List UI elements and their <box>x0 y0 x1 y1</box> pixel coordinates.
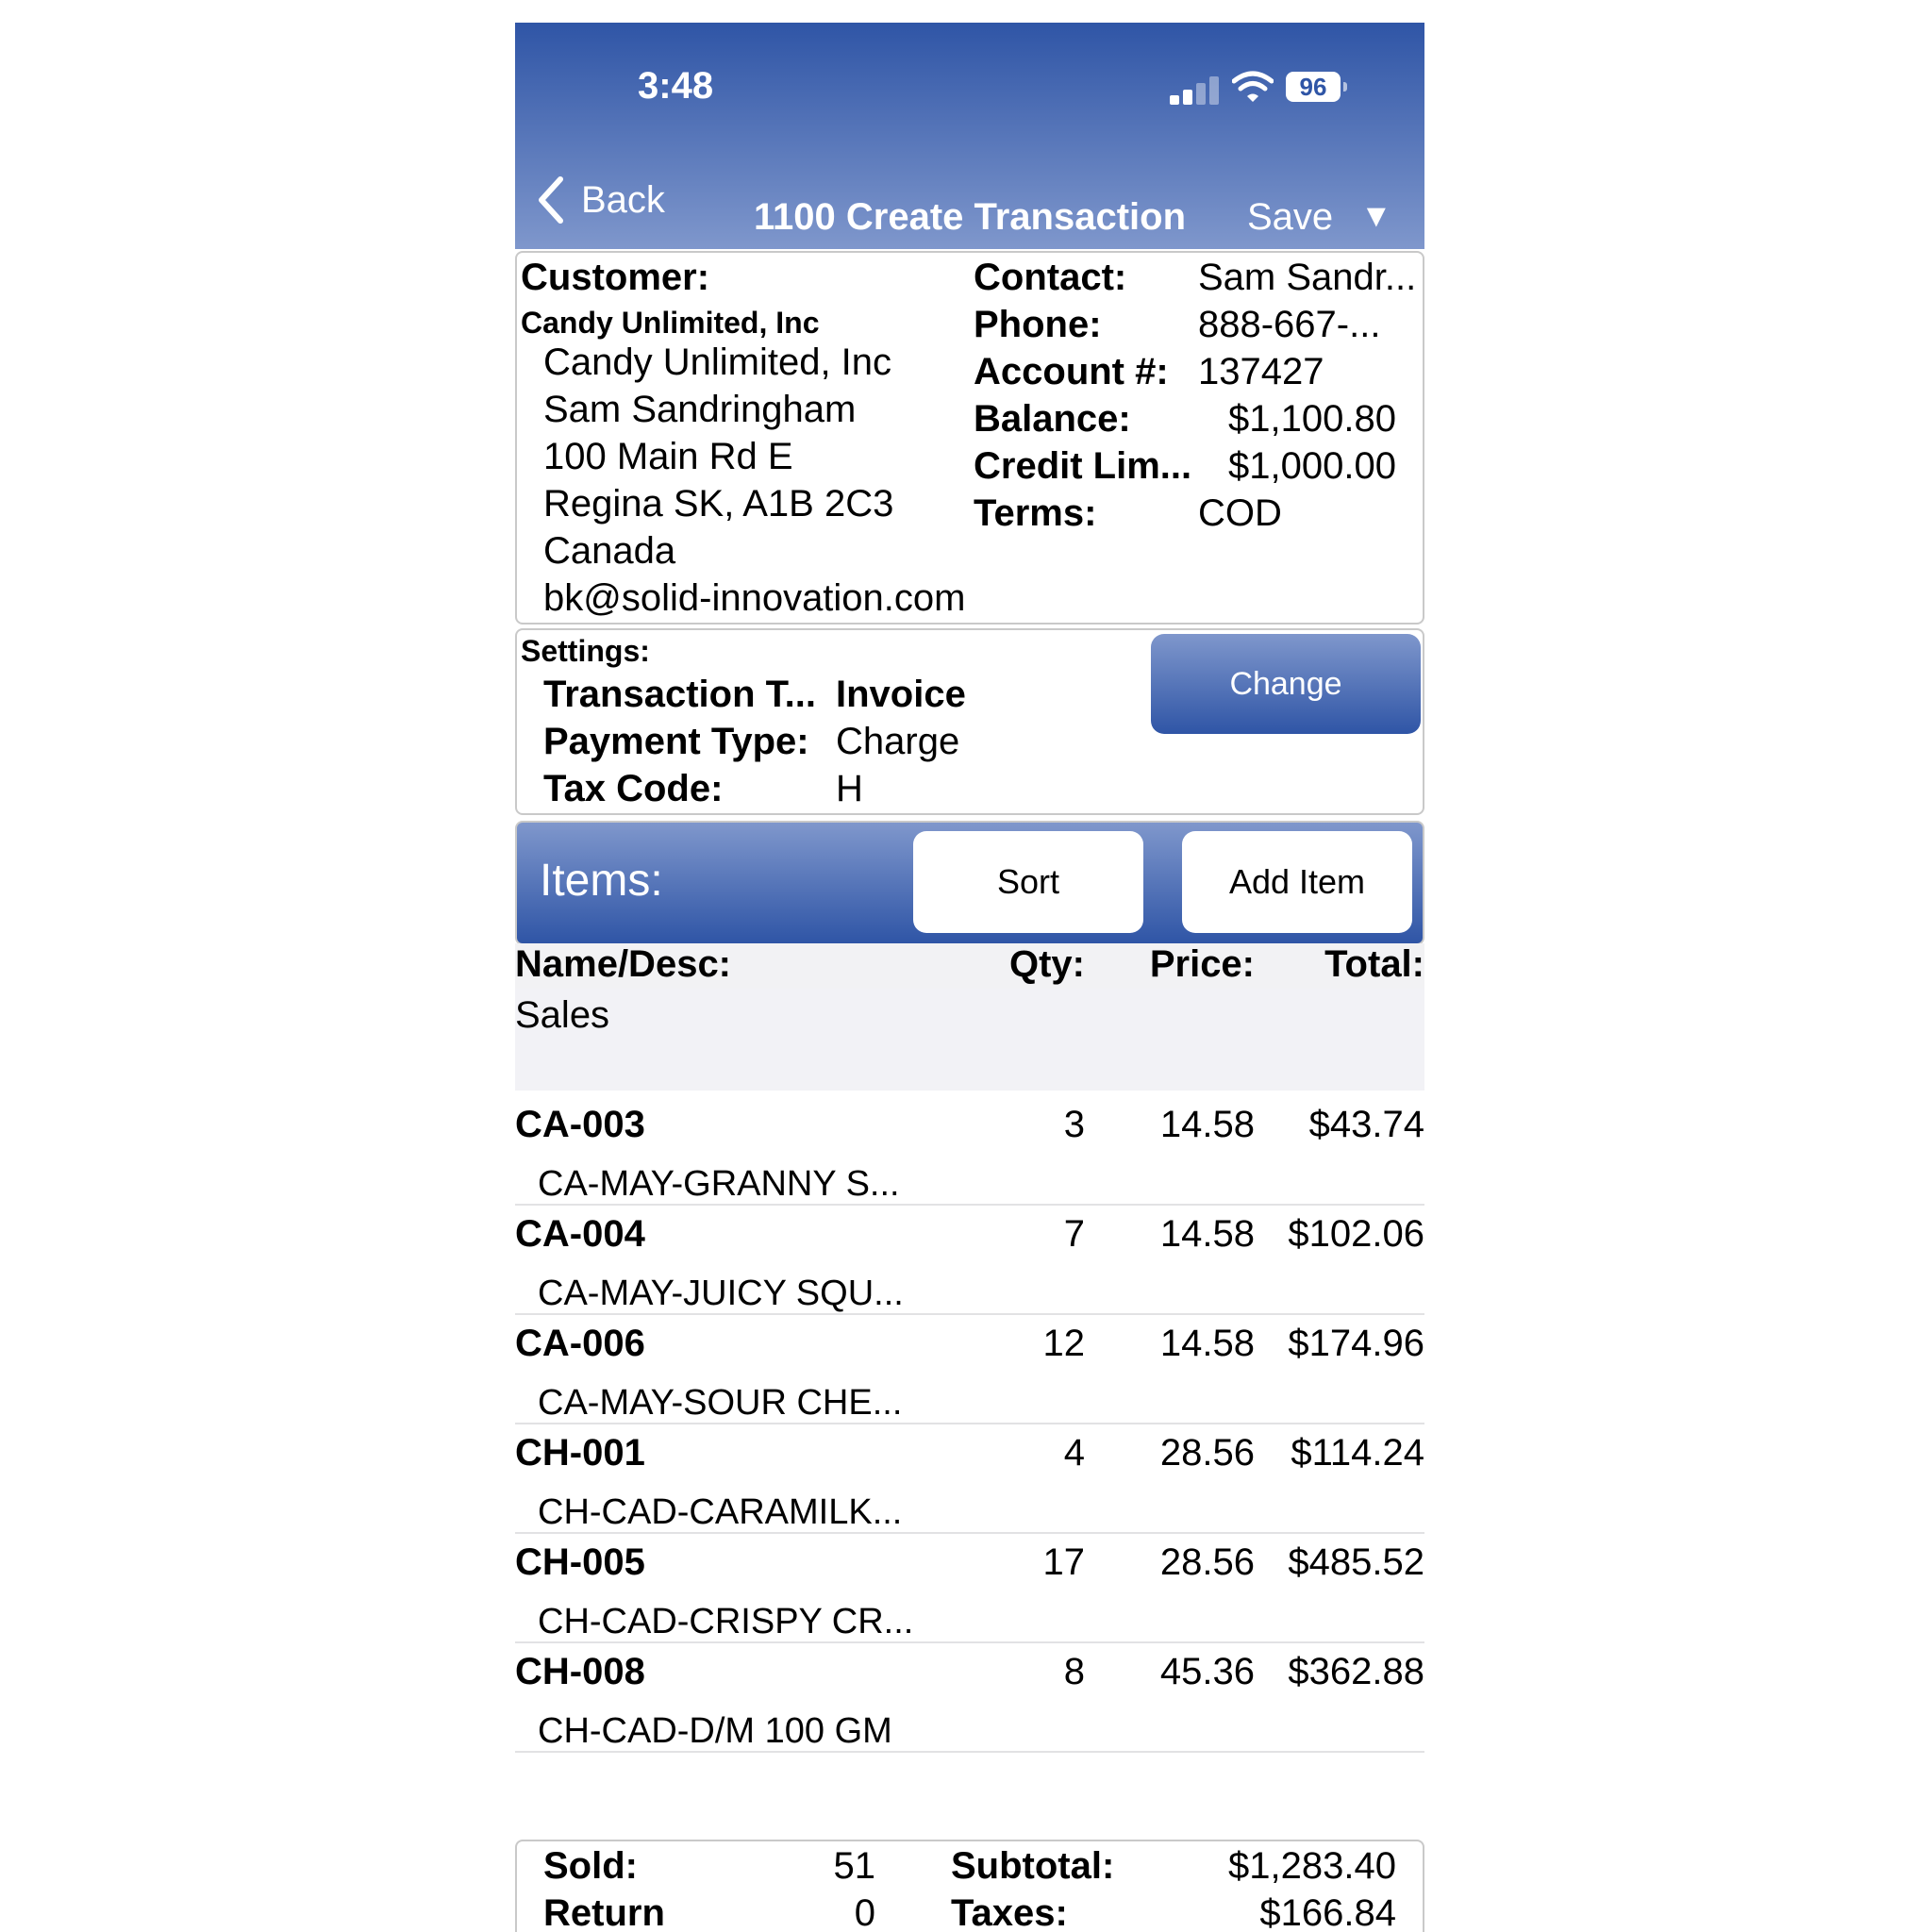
settings-label: Settings: <box>521 634 650 668</box>
item-description: CH-CAD-D/M 100 GM <box>538 1711 892 1751</box>
item-total: $485.52 <box>1288 1541 1424 1583</box>
transaction-type-value: Invoice <box>836 674 966 715</box>
column-total: Total: <box>1324 943 1424 985</box>
customer-panel[interactable]: Customer: Candy Unlimited, Inc Candy Unl… <box>515 251 1424 625</box>
item-code: CH-005 <box>515 1541 645 1583</box>
customer-label: Customer: <box>521 257 710 298</box>
save-button[interactable]: Save <box>1247 196 1333 239</box>
contact-value: Sam Sandr... <box>1198 257 1417 298</box>
item-qty: 7 <box>1063 1213 1085 1255</box>
item-price: 28.56 <box>1159 1541 1255 1583</box>
address-line: Regina SK, A1B 2C3 <box>543 483 894 525</box>
tax-code-value: H <box>836 768 863 809</box>
item-price: 14.58 <box>1159 1323 1255 1364</box>
items-column-headers: Name/Desc: Qty: Price: Total: <box>515 943 1424 989</box>
item-qty: 8 <box>1063 1651 1085 1692</box>
transaction-type-label: Transaction T... <box>543 674 816 715</box>
sold-label: Sold: <box>543 1845 638 1887</box>
column-qty: Qty: <box>1009 943 1085 985</box>
address-line: 100 Main Rd E <box>543 436 793 477</box>
item-price: 45.36 <box>1159 1651 1255 1692</box>
change-button[interactable]: Change <box>1151 634 1421 734</box>
sort-button[interactable]: Sort <box>913 831 1143 933</box>
account-label: Account #: <box>974 351 1169 392</box>
balance-value: $1,100.80 <box>1228 398 1396 440</box>
column-price: Price: <box>1149 943 1255 985</box>
item-description: CA-MAY-SOUR CHE... <box>538 1383 903 1423</box>
subtotal-value: $1,283.40 <box>1228 1845 1396 1887</box>
item-total: $102.06 <box>1288 1213 1424 1255</box>
phone-label: Phone: <box>974 304 1102 345</box>
payment-type-value: Charge <box>836 721 960 762</box>
item-description: CA-MAY-JUICY SQU... <box>538 1274 904 1313</box>
subtotal-label: Subtotal: <box>951 1845 1115 1887</box>
item-description: CH-CAD-CARAMILK... <box>538 1492 903 1532</box>
account-value: 137427 <box>1198 351 1324 392</box>
item-qty: 12 <box>1042 1323 1086 1364</box>
column-name: Name/Desc: <box>515 943 732 985</box>
item-code: CA-003 <box>515 1104 645 1145</box>
item-code: CA-006 <box>515 1323 645 1364</box>
item-code: CH-001 <box>515 1432 645 1474</box>
terms-value: COD <box>1198 492 1282 534</box>
address-line: Canada <box>543 530 676 572</box>
taxes-label: Taxes: <box>951 1892 1068 1932</box>
item-total: $43.74 <box>1308 1104 1424 1145</box>
credit-limit-value: $1,000.00 <box>1228 445 1396 487</box>
item-price: 14.58 <box>1159 1104 1255 1145</box>
credit-limit-label: Credit Lim... <box>974 445 1192 487</box>
contact-label: Contact: <box>974 257 1127 298</box>
tax-code-label: Tax Code: <box>543 768 724 809</box>
balance-label: Balance: <box>974 398 1131 440</box>
navigation-header: 3:48 96 Back 1100 Create Transaction Sav… <box>515 23 1424 249</box>
customer-name: Candy Unlimited, Inc <box>521 306 820 340</box>
address-line: Sam Sandringham <box>543 389 857 430</box>
item-code: CA-004 <box>515 1213 645 1255</box>
item-description: CA-MAY-GRANNY S... <box>538 1164 900 1204</box>
item-total: $114.24 <box>1291 1432 1424 1474</box>
item-qty: 3 <box>1063 1104 1085 1145</box>
terms-label: Terms: <box>974 492 1097 534</box>
taxes-value: $166.84 <box>1259 1892 1396 1932</box>
item-price: 28.56 <box>1159 1432 1255 1474</box>
status-time: 3:48 <box>638 65 714 107</box>
item-total: $174.96 <box>1288 1323 1424 1364</box>
item-code: CH-008 <box>515 1651 645 1692</box>
section-label: Sales <box>515 994 610 1036</box>
customer-email: bk@solid-innovation.com <box>543 577 966 619</box>
item-description: CH-CAD-CRISPY CR... <box>538 1602 914 1641</box>
item-qty: 17 <box>1042 1541 1086 1583</box>
phone-screen: 3:48 96 Back 1100 Create Transaction Sav… <box>515 23 1424 1932</box>
address-line: Candy Unlimited, Inc <box>543 341 892 383</box>
item-price: 14.58 <box>1159 1213 1255 1255</box>
add-item-button[interactable]: Add Item <box>1182 831 1412 933</box>
settings-panel: Settings: Transaction T... Invoice Payme… <box>515 628 1424 815</box>
item-total: $362.88 <box>1288 1651 1424 1692</box>
section-header-sales: Sales <box>515 989 1424 1091</box>
payment-type-label: Payment Type: <box>543 721 809 762</box>
item-row[interactable]: CH-008 8 45.36 $362.88 CH-CAD-D/M 100 GM <box>515 1641 1424 1753</box>
item-row[interactable]: CA-006 12 14.58 $174.96 CA-MAY-SOUR CHE.… <box>515 1313 1424 1424</box>
item-row[interactable]: CH-001 4 28.56 $114.24 CH-CAD-CARAMILK..… <box>515 1423 1424 1534</box>
save-options-dropdown-icon[interactable]: ▼ <box>1360 198 1392 235</box>
item-row[interactable]: CH-005 17 28.56 $485.52 CH-CAD-CRISPY CR… <box>515 1532 1424 1643</box>
wifi-icon <box>1232 71 1274 102</box>
item-qty: 4 <box>1063 1432 1085 1474</box>
return-label: Return <box>543 1892 665 1932</box>
phone-value: 888-667-... <box>1198 304 1381 345</box>
items-header: Items: Sort Add Item <box>515 821 1424 945</box>
totals-panel: Sold: 51 Subtotal: $1,283.40 Return 0 Ta… <box>515 1840 1424 1932</box>
battery-icon: 96 <box>1286 72 1347 102</box>
items-label: Items: <box>540 856 663 906</box>
item-row[interactable]: CA-003 3 14.58 $43.74 CA-MAY-GRANNY S... <box>515 1094 1424 1206</box>
cellular-signal-icon <box>1170 75 1221 105</box>
item-row[interactable]: CA-004 7 14.58 $102.06 CA-MAY-JUICY SQU.… <box>515 1204 1424 1315</box>
